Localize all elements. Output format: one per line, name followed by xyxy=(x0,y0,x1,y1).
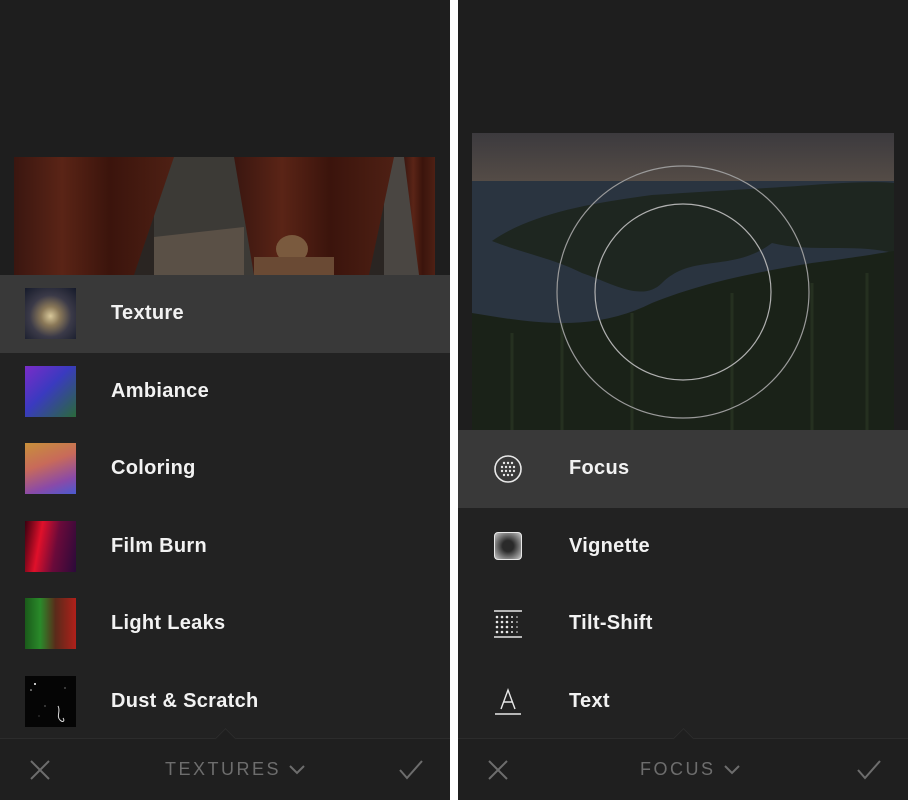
list-item-film-burn[interactable]: Film Burn xyxy=(0,507,450,585)
chevron-down-icon xyxy=(723,759,740,780)
item-label: Focus xyxy=(569,457,630,480)
list-item-ambiance[interactable]: Ambiance xyxy=(0,352,450,430)
item-label: Film Burn xyxy=(111,534,208,557)
item-label: Text xyxy=(569,689,610,712)
texture-list: Texture Ambiance Coloring Film Burn Ligh… xyxy=(0,275,450,740)
chevron-down-icon xyxy=(289,759,305,780)
text-a-icon xyxy=(491,684,525,718)
list-item-coloring[interactable]: Coloring xyxy=(0,430,450,508)
item-label: Coloring xyxy=(111,457,196,480)
toolbar-title: FOCUS xyxy=(640,759,716,779)
textures-panel: Texture Ambiance Coloring Film Burn Ligh… xyxy=(0,0,450,800)
focus-panel: Focus Vignette Tilt-Shift Text FOCUS xyxy=(458,0,908,800)
vignette-icon xyxy=(491,529,525,563)
item-label: Ambiance xyxy=(111,379,209,402)
checkmark-icon[interactable] xyxy=(856,758,882,782)
focus-tool-list: Focus Vignette Tilt-Shift Text xyxy=(458,430,908,740)
ambiance-thumbnail xyxy=(25,365,76,417)
item-label: Tilt-Shift xyxy=(569,612,653,635)
bottom-toolbar: TEXTURES xyxy=(0,727,450,800)
item-label: Texture xyxy=(111,302,184,325)
tilt-shift-icon xyxy=(491,607,525,641)
list-item-tilt-shift[interactable]: Tilt-Shift xyxy=(458,585,908,663)
film-burn-thumbnail xyxy=(25,520,76,572)
focus-dots-icon xyxy=(491,452,525,486)
item-label: Dust & Scratch xyxy=(111,689,259,712)
tool-category-dropdown[interactable]: FOCUS xyxy=(640,759,740,780)
list-item-vignette[interactable]: Vignette xyxy=(458,507,908,585)
bottom-toolbar: FOCUS xyxy=(458,727,908,800)
list-item-texture[interactable]: Texture xyxy=(0,275,450,353)
list-item-focus[interactable]: Focus xyxy=(458,430,908,508)
close-icon[interactable] xyxy=(28,758,52,782)
toolbar-title: TEXTURES xyxy=(165,759,282,779)
photo-preview-curtains xyxy=(14,157,435,275)
item-label: Light Leaks xyxy=(111,612,226,635)
texture-thumbnail xyxy=(25,288,76,340)
close-icon[interactable] xyxy=(486,758,510,782)
light-leaks-thumbnail xyxy=(25,598,76,650)
filter-category-dropdown[interactable]: TEXTURES xyxy=(165,759,305,780)
photo-preview-lake xyxy=(472,133,894,430)
checkmark-icon[interactable] xyxy=(398,758,424,782)
item-label: Vignette xyxy=(569,534,650,557)
coloring-thumbnail xyxy=(25,443,76,495)
list-item-light-leaks[interactable]: Light Leaks xyxy=(0,585,450,663)
dust-scratch-thumbnail xyxy=(25,675,76,727)
